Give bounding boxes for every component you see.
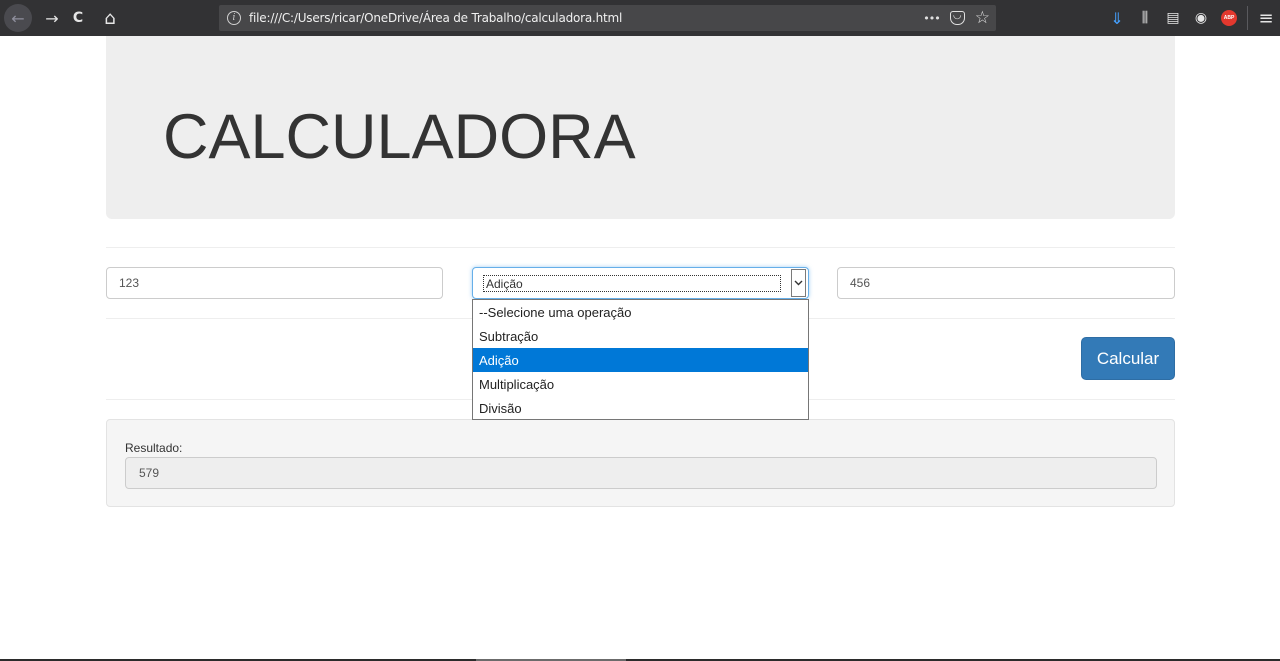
result-output: 579 (125, 457, 1157, 489)
home-icon[interactable]: ⌂ (98, 0, 122, 36)
account-icon[interactable]: ◉ (1187, 0, 1215, 36)
forward-arrow-icon[interactable]: → (40, 0, 64, 36)
chevron-down-icon[interactable] (791, 269, 806, 297)
option-multiplication[interactable]: Multiplicação (473, 372, 808, 396)
operation-dropdown-list: --Selecione uma operação Subtração Adiçã… (472, 299, 809, 420)
first-number-value: 123 (119, 276, 140, 290)
back-arrow-icon[interactable]: ← (4, 4, 32, 32)
pocket-icon[interactable]: ◡ (949, 11, 965, 25)
first-number-input[interactable]: 123 (106, 267, 443, 299)
option-subtraction[interactable]: Subtração (473, 324, 808, 348)
result-label: Resultado: (125, 441, 183, 455)
option-select-placeholder[interactable]: --Selecione uma operação (473, 300, 808, 324)
browser-toolbar: ← → C ⌂ i file:///C:/Users/ricar/OneDriv… (0, 0, 1280, 36)
adblock-plus-icon[interactable]: ABP (1215, 0, 1243, 36)
jumbotron: CALCULADORA (106, 36, 1175, 219)
second-number-input[interactable]: 456 (837, 267, 1175, 299)
reload-icon[interactable]: C (67, 0, 89, 36)
result-panel: Resultado: 579 (106, 419, 1175, 507)
operation-select[interactable]: Adição (472, 267, 809, 299)
toolbar-separator (1247, 6, 1248, 30)
more-dots-icon[interactable]: ••• (923, 12, 940, 25)
second-number-value: 456 (850, 276, 871, 290)
option-division[interactable]: Divisão (473, 396, 808, 420)
abp-badge: ABP (1221, 10, 1237, 26)
bookmark-star-icon[interactable]: ☆ (975, 8, 990, 28)
divider (106, 247, 1175, 248)
library-icon[interactable]: ⫼ (1131, 0, 1159, 36)
download-icon[interactable]: ⇓ (1103, 0, 1131, 36)
option-addition[interactable]: Adição (473, 348, 808, 372)
info-icon[interactable]: i (227, 11, 241, 25)
url-text[interactable]: file:///C:/Users/ricar/OneDrive/Área de … (249, 11, 622, 25)
sidebar-icon[interactable]: ▤ (1159, 0, 1187, 36)
operation-selected-value: Adição (483, 275, 781, 292)
calculate-button[interactable]: Calcular (1081, 337, 1175, 380)
url-bar[interactable]: i file:///C:/Users/ricar/OneDrive/Área d… (219, 5, 996, 31)
menu-icon[interactable]: ≡ (1252, 0, 1280, 36)
page-title: CALCULADORA (163, 102, 636, 172)
result-value: 579 (139, 466, 160, 480)
